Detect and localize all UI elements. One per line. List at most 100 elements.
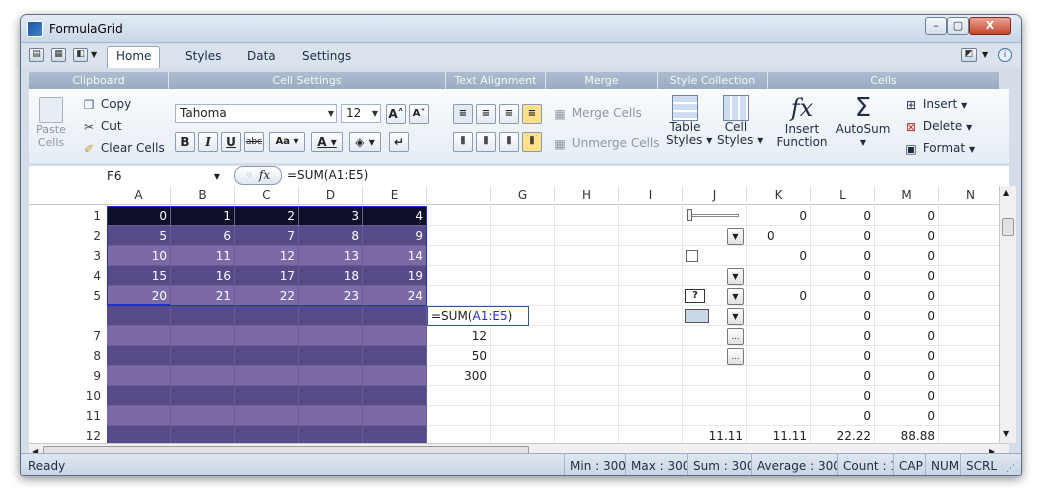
grid-cell[interactable] (747, 366, 811, 386)
grid-cell[interactable]: 6 (171, 226, 235, 246)
grid-cell[interactable] (939, 306, 1003, 326)
grid-cell[interactable] (939, 366, 1003, 386)
format-cells-button[interactable]: ▣ Format ▼ (903, 141, 975, 156)
grid-cell[interactable] (363, 386, 427, 406)
grid-cell[interactable]: 20 (107, 286, 171, 306)
grid-cell[interactable] (747, 326, 811, 346)
grid-cell[interactable]: 0 (747, 246, 811, 266)
grid-cell[interactable]: 0 (875, 266, 939, 286)
row-header[interactable]: 4 (29, 266, 107, 286)
row-header[interactable]: 3 (29, 246, 107, 266)
dropdown-button[interactable]: ▼ (727, 228, 744, 245)
fill-color-button[interactable]: ◈ ▾ (349, 132, 381, 152)
column-header[interactable]: J (683, 186, 747, 205)
grid-cell[interactable]: 0 (811, 266, 875, 286)
layout-dropdown-icon[interactable]: ▼ (982, 50, 988, 59)
grid-cell[interactable] (555, 246, 619, 266)
vertical-scrollbar[interactable]: ▲ ▼ (999, 186, 1016, 443)
grid-cell[interactable] (619, 346, 683, 366)
grid-cell[interactable]: 0 (811, 346, 875, 366)
tab-styles[interactable]: Styles (177, 47, 229, 67)
grid-cell[interactable] (427, 286, 491, 306)
grid-cell[interactable] (555, 366, 619, 386)
grid-cell[interactable]: 22.22 (811, 426, 875, 443)
column-header[interactable]: K (747, 186, 811, 205)
grid-cell[interactable]: 16 (171, 266, 235, 286)
grid-cell[interactable] (107, 306, 171, 326)
slider-control[interactable] (683, 206, 745, 226)
combo-box[interactable] (685, 309, 709, 323)
grid-cell[interactable] (107, 426, 171, 443)
grid-cell[interactable]: 12 (427, 326, 491, 346)
column-header[interactable]: N (939, 186, 1003, 205)
grid-cell[interactable] (619, 366, 683, 386)
italic-button[interactable]: I (198, 132, 218, 152)
minimize-button[interactable]: – (925, 17, 947, 35)
align-right-icon[interactable]: ≡ (499, 104, 519, 124)
column-header[interactable]: G (491, 186, 555, 205)
grid-cell[interactable] (683, 406, 747, 426)
row-header[interactable]: 11 (29, 406, 107, 426)
grid-cell[interactable]: 22 (235, 286, 299, 306)
grid-cell[interactable]: 0 (875, 226, 939, 246)
grid-cell[interactable] (619, 266, 683, 286)
grid-cell[interactable] (235, 386, 299, 406)
valign-justify-icon[interactable]: ⦀ (522, 132, 542, 152)
grid-cell[interactable] (555, 346, 619, 366)
grid-cell[interactable] (235, 406, 299, 426)
grid-cell[interactable] (683, 386, 747, 406)
grid-cell[interactable]: 300 (427, 366, 491, 386)
grid-cell[interactable] (427, 266, 491, 286)
grid-cell[interactable]: 11.11 (683, 426, 747, 443)
fx-button[interactable]: ◦ fx (234, 166, 282, 185)
grid-cell[interactable] (107, 366, 171, 386)
ellipsis-button[interactable]: … (727, 328, 744, 345)
grid-cell[interactable]: 0 (811, 306, 875, 326)
grid-cell[interactable] (171, 406, 235, 426)
preview-icon[interactable]: ◧ (73, 48, 88, 62)
dropdown-button[interactable]: ▼ (727, 288, 744, 305)
grid-cell[interactable]: 0 (811, 206, 875, 226)
grid-cell[interactable] (427, 206, 491, 226)
grid-cell[interactable] (683, 366, 747, 386)
grid-cell[interactable]: 0 (875, 386, 939, 406)
grid-cell[interactable] (491, 226, 555, 246)
grid-cell[interactable]: 5 (107, 226, 171, 246)
unmerge-cells-button[interactable]: ▦ Unmerge Cells (552, 136, 659, 151)
grid-cell[interactable]: 0 (811, 406, 875, 426)
font-color-button[interactable]: A ▾ (311, 132, 343, 152)
grid-cell[interactable]: 17 (235, 266, 299, 286)
grid-cell[interactable] (235, 306, 299, 326)
grid-cell[interactable] (363, 346, 427, 366)
grid-cell[interactable]: 0 (811, 226, 875, 246)
grid-cell[interactable] (363, 426, 427, 443)
grid-cell[interactable] (299, 386, 363, 406)
grid-cell[interactable] (619, 286, 683, 306)
bold-button[interactable]: B (175, 132, 195, 152)
grid-cell[interactable]: 11.11 (747, 426, 811, 443)
grid-cell[interactable] (555, 426, 619, 443)
font-family-select[interactable]: Tahoma ▼ (175, 104, 337, 123)
valign-bottom-icon[interactable]: ⦀ (499, 132, 519, 152)
grid-cell[interactable] (491, 246, 555, 266)
ellipsis-button[interactable]: … (727, 348, 744, 365)
grid-cell[interactable] (619, 406, 683, 426)
grid-cell[interactable]: 19 (363, 266, 427, 286)
row-header[interactable]: 8 (29, 346, 107, 366)
grid-cell[interactable] (427, 386, 491, 406)
grid-cell[interactable]: 0 (875, 246, 939, 266)
column-header[interactable]: M (875, 186, 939, 205)
grid-cell[interactable] (427, 426, 491, 443)
scroll-down-icon[interactable]: ▼ (1003, 429, 1009, 438)
grid-cell[interactable]: 14 (363, 246, 427, 266)
grid-cell[interactable] (939, 426, 1003, 443)
grid-cell[interactable] (171, 326, 235, 346)
grid-cell[interactable] (619, 386, 683, 406)
cut-button[interactable]: ✂ Cut (81, 119, 122, 134)
grid-cell[interactable]: 2 (235, 206, 299, 226)
grid-cell[interactable]: 0 (875, 326, 939, 346)
name-box[interactable]: F6 ▼ (104, 168, 224, 185)
grid-cell[interactable]: 11 (171, 246, 235, 266)
grid-cell[interactable]: 0 (875, 406, 939, 426)
grid-cell[interactable] (491, 286, 555, 306)
